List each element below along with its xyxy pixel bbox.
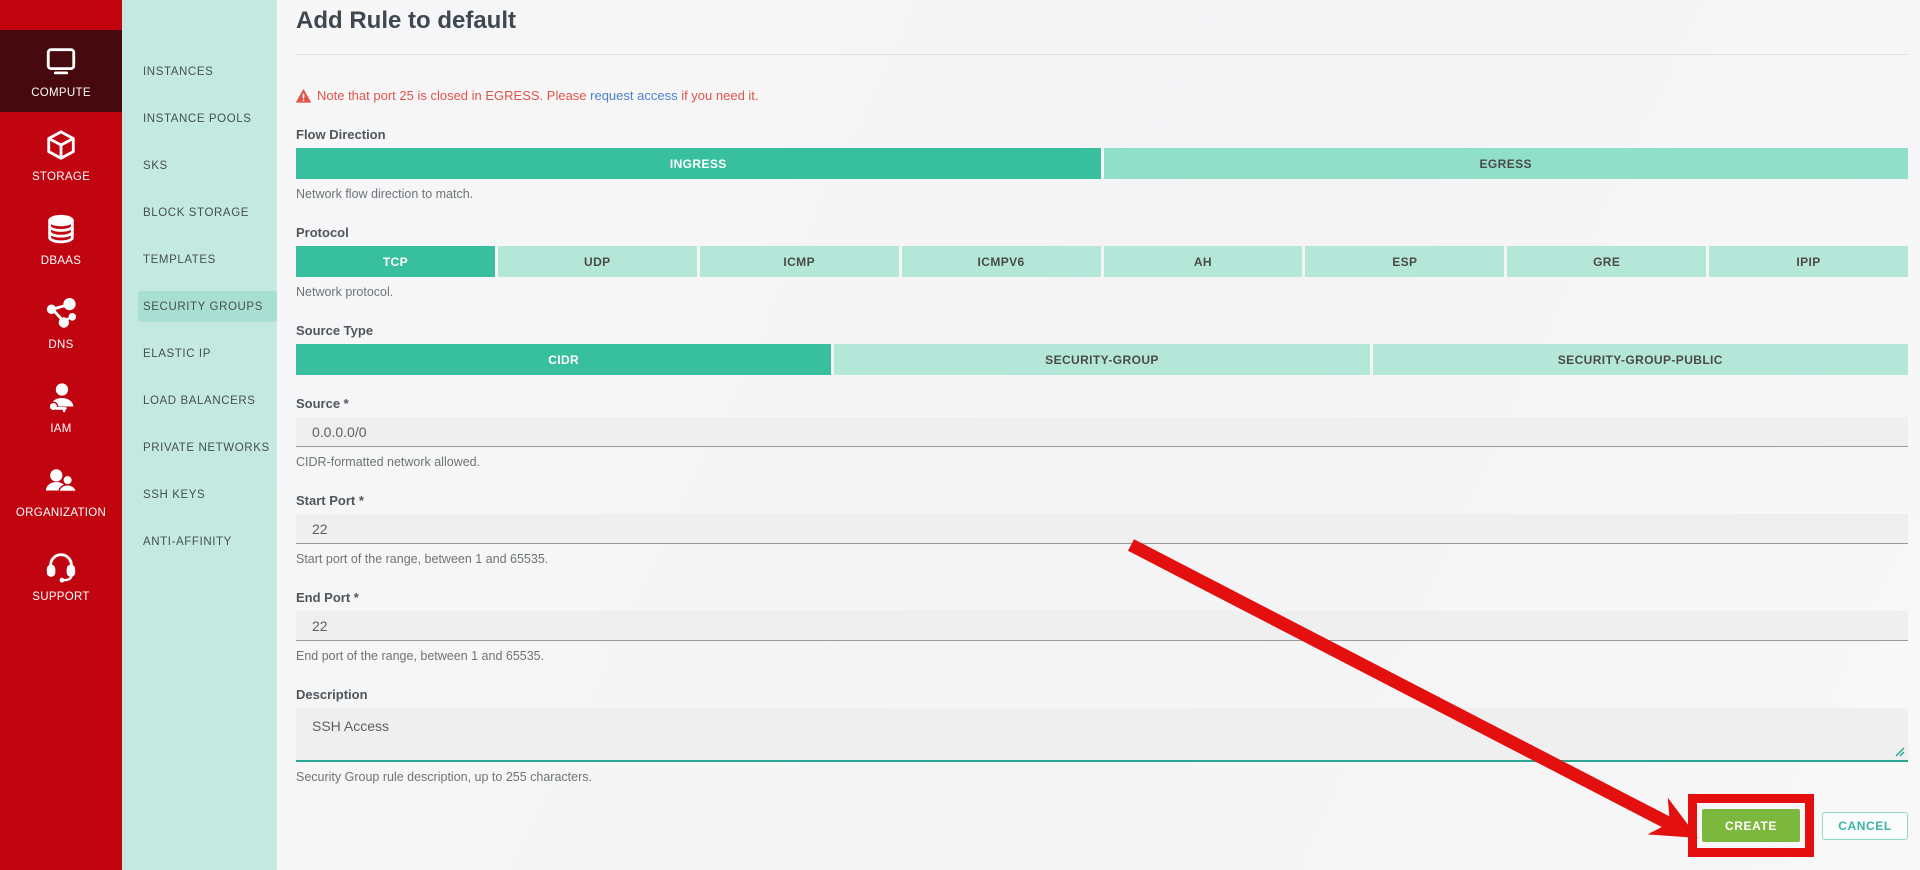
primary-nav-label: IAM <box>50 422 72 435</box>
secondary-nav-elastic-ip[interactable]: ELASTIC IP <box>138 338 277 369</box>
warning-icon <box>296 89 311 103</box>
user-key-icon <box>43 380 79 416</box>
description-field: Description SSH Access Security Group ru… <box>296 688 1908 784</box>
end-port-input[interactable] <box>296 611 1908 641</box>
flow-direction-option-ingress[interactable]: INGRESS <box>296 148 1101 179</box>
primary-nav-dns[interactable]: DNS <box>0 282 122 364</box>
primary-nav-compute[interactable]: COMPUTE <box>0 30 122 112</box>
protocol-option-udp[interactable]: UDP <box>497 246 697 277</box>
source-type-field: Source Type CIDR SECURITY-GROUP SECURITY… <box>296 324 1908 375</box>
monitor-icon <box>43 44 79 80</box>
end-port-label: End Port * <box>296 590 359 605</box>
warning-text: Note that port 25 is closed in EGRESS. P… <box>317 88 759 103</box>
source-type-option-cidr[interactable]: CIDR <box>296 344 832 375</box>
source-field: Source * CIDR-formatted network allowed. <box>296 397 1908 469</box>
protocol-label: Protocol <box>296 225 349 240</box>
secondary-nav-instances[interactable]: INSTANCES <box>138 56 277 87</box>
protocol-option-esp[interactable]: ESP <box>1305 246 1505 277</box>
form-actions: CREATE CANCEL <box>296 794 1908 864</box>
primary-sidebar: COMPUTE STORAGE DBAAS DNS IAM ORGANIZATI… <box>0 0 122 870</box>
secondary-nav-security-groups[interactable]: SECURITY GROUPS <box>138 291 277 322</box>
request-access-link[interactable]: request access <box>590 88 677 103</box>
flow-direction-label: Flow Direction <box>296 127 386 142</box>
users-icon <box>43 464 79 500</box>
source-label: Source * <box>296 396 349 411</box>
flow-direction-helper: Network flow direction to match. <box>296 187 474 201</box>
primary-nav-storage[interactable]: STORAGE <box>0 114 122 196</box>
protocol-toggle: TCP UDP ICMP ICMPV6 AH ESP GRE IPIP <box>296 246 1908 277</box>
network-nodes-icon <box>43 296 79 332</box>
source-type-option-security-group-public[interactable]: SECURITY-GROUP-PUBLIC <box>1372 344 1908 375</box>
start-port-input[interactable] <box>296 514 1908 544</box>
protocol-option-icmp[interactable]: ICMP <box>699 246 899 277</box>
resize-grip-icon[interactable] <box>1895 747 1905 757</box>
start-port-helper: Start port of the range, between 1 and 6… <box>296 552 549 566</box>
secondary-sidebar: INSTANCES INSTANCE POOLS SKS BLOCK STORA… <box>122 0 277 870</box>
protocol-option-ah[interactable]: AH <box>1103 246 1303 277</box>
cube-icon <box>43 128 79 164</box>
main-content: Add Rule to default Note that port 25 is… <box>277 0 1920 870</box>
secondary-nav-block-storage[interactable]: BLOCK STORAGE <box>138 197 277 228</box>
source-type-label: Source Type <box>296 323 374 338</box>
start-port-field: Start Port * Start port of the range, be… <box>296 494 1908 566</box>
divider <box>296 54 1908 55</box>
source-type-toggle: CIDR SECURITY-GROUP SECURITY-GROUP-PUBLI… <box>296 344 1908 375</box>
protocol-option-ipip[interactable]: IPIP <box>1709 246 1908 277</box>
secondary-nav-ssh-keys[interactable]: SSH KEYS <box>138 479 277 510</box>
primary-nav-dbaas[interactable]: DBAAS <box>0 198 122 280</box>
page-title: Add Rule to default <box>296 7 516 34</box>
secondary-nav-anti-affinity[interactable]: ANTI-AFFINITY <box>138 526 277 557</box>
secondary-nav-sks[interactable]: SKS <box>138 150 277 181</box>
protocol-option-icmpv6[interactable]: ICMPV6 <box>901 246 1101 277</box>
flow-direction-toggle: INGRESS EGRESS <box>296 148 1908 179</box>
database-icon <box>43 212 79 248</box>
primary-nav-label: DBAAS <box>40 254 82 267</box>
primary-nav-label: STORAGE <box>31 170 91 183</box>
primary-nav-support[interactable]: SUPPORT <box>0 534 122 616</box>
start-port-label: Start Port * <box>296 493 364 508</box>
primary-nav-organization[interactable]: ORGANIZATION <box>0 450 122 532</box>
create-button[interactable]: CREATE <box>1702 809 1800 842</box>
protocol-option-tcp[interactable]: TCP <box>296 246 495 277</box>
secondary-nav-instance-pools[interactable]: INSTANCE POOLS <box>138 103 277 134</box>
app-window: COMPUTE STORAGE DBAAS DNS IAM ORGANIZATI… <box>0 0 1920 870</box>
cancel-button[interactable]: CANCEL <box>1822 811 1908 840</box>
protocol-field: Protocol TCP UDP ICMP ICMPV6 AH ESP GRE … <box>296 226 1908 299</box>
protocol-option-gre[interactable]: GRE <box>1507 246 1707 277</box>
source-type-option-security-group[interactable]: SECURITY-GROUP <box>834 344 1370 375</box>
secondary-nav-load-balancers[interactable]: LOAD BALANCERS <box>138 385 277 416</box>
port25-warning: Note that port 25 is closed in EGRESS. P… <box>296 88 1908 104</box>
protocol-helper: Network protocol. <box>296 285 394 299</box>
description-textarea[interactable]: SSH Access <box>296 708 1908 762</box>
headset-icon <box>43 548 79 584</box>
primary-nav-iam[interactable]: IAM <box>0 366 122 448</box>
end-port-field: End Port * End port of the range, betwee… <box>296 591 1908 663</box>
primary-nav-label: SUPPORT <box>32 590 90 603</box>
description-helper: Security Group rule description, up to 2… <box>296 770 592 784</box>
secondary-nav-templates[interactable]: TEMPLATES <box>138 244 277 275</box>
description-label: Description <box>296 687 368 702</box>
flow-direction-option-egress[interactable]: EGRESS <box>1103 148 1908 179</box>
primary-nav-label: COMPUTE <box>31 86 91 99</box>
source-input[interactable] <box>296 417 1908 447</box>
flow-direction-field: Flow Direction INGRESS EGRESS Network fl… <box>296 128 1908 201</box>
primary-nav-label: DNS <box>48 338 74 351</box>
secondary-nav-private-networks[interactable]: PRIVATE NETWORKS <box>138 432 277 463</box>
source-helper: CIDR-formatted network allowed. <box>296 455 481 469</box>
end-port-helper: End port of the range, between 1 and 655… <box>296 649 545 663</box>
primary-nav-label: ORGANIZATION <box>15 506 107 519</box>
